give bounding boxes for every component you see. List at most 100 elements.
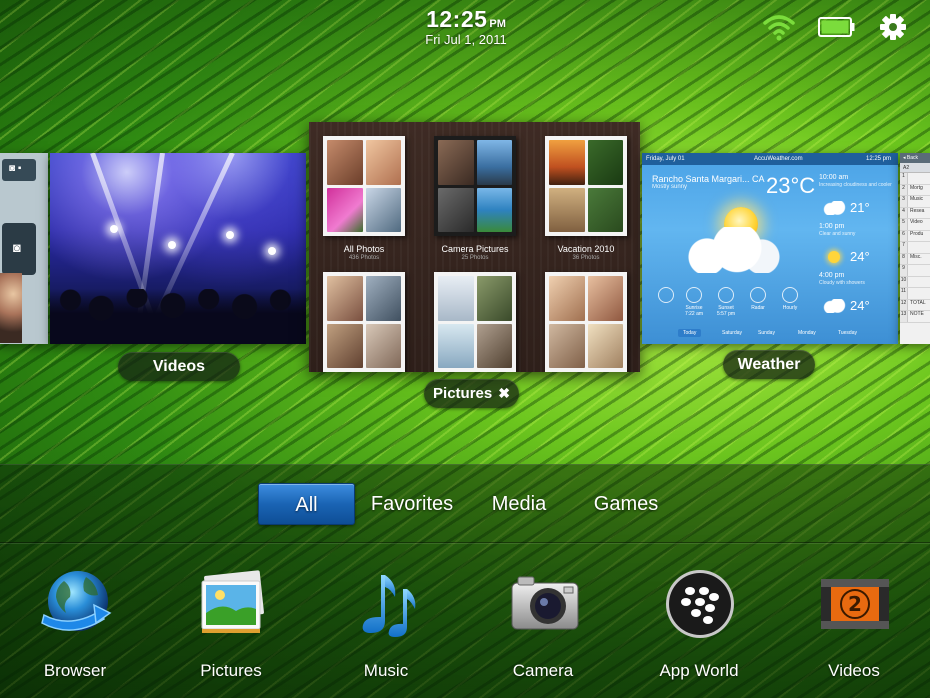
forecast-desc: Clear and sunny (819, 231, 856, 237)
row-number: 11 (900, 288, 908, 299)
concert-crowd (50, 289, 306, 344)
spreadsheet-back-button[interactable]: ◂ Back (900, 153, 930, 163)
forecast-time: 10:00 am (819, 174, 849, 181)
forecast-desc: Increasing cloudiness and cooler (819, 182, 892, 188)
app-videos[interactable]: 2 Videos (799, 561, 909, 691)
camera-icon (511, 576, 579, 630)
album-camera-pictures[interactable]: Camera Pictures 25 Photos (434, 136, 520, 261)
spreadsheet-row[interactable]: 10 (900, 276, 930, 288)
spreadsheet-row[interactable]: 11 (900, 288, 930, 300)
day-tab[interactable]: Today (678, 329, 702, 337)
tray-tabs: All Favorites Media Games (0, 465, 930, 543)
forecast-item: 1:00 pm Clear and sunny (819, 223, 895, 237)
spreadsheet-row[interactable]: 4 Resea (900, 207, 930, 219)
app-pictures[interactable]: Pictures (176, 561, 286, 691)
forecast-temp: 24° (850, 298, 870, 313)
gear-icon[interactable] (878, 12, 908, 42)
spreadsheet-row[interactable]: 7 (900, 242, 930, 254)
album-vacation-2010[interactable]: Vacation 2010 36 Photos (545, 136, 631, 261)
album-title: Camera Pictures (441, 244, 509, 254)
day-tab[interactable]: Saturday (722, 330, 742, 336)
spreadsheet-row[interactable]: 6 Produ (900, 230, 930, 242)
album[interactable] (434, 272, 520, 372)
app-music[interactable]: Music (331, 561, 441, 691)
spreadsheet-row[interactable]: 2 Mortg (900, 184, 930, 196)
weather-details: Sunrise 7:22 am Sunset 5:57 pm Radar Hourl… (650, 287, 810, 317)
app-camera[interactable]: Camera (488, 561, 598, 691)
radar-icon[interactable]: Radar (742, 287, 774, 311)
album-count: 25 Photos (461, 255, 489, 261)
forecast-temp: 24° (850, 249, 870, 264)
day-tab[interactable]: Tuesday (838, 330, 857, 336)
row-number: 12 (900, 299, 908, 310)
row-number: 4 (900, 207, 908, 218)
album[interactable] (323, 272, 409, 372)
forecast-desc: Cloudy with showers (819, 280, 865, 286)
album-thumbnail (434, 272, 516, 372)
blackberry-icon (666, 570, 734, 638)
clock-ampm: PM (489, 18, 506, 30)
clock-time: 12:25 (426, 6, 488, 32)
spreadsheet-row[interactable]: 12 TOTAL (900, 299, 930, 311)
camera-icon: ◙ (13, 240, 21, 255)
card-spreadsheet[interactable]: ◂ Back A2 1 2 Mortg 3 Music 4 Resea 5 Video 6 Prod… (900, 153, 930, 344)
wifi-icon[interactable] (762, 12, 796, 42)
row-cell: Misc. (910, 253, 922, 260)
card-label-pictures[interactable]: Pictures ✖ (424, 379, 519, 408)
app-appworld[interactable]: App World (644, 561, 754, 691)
row-cell: TOTAL (910, 299, 926, 306)
hourly-icon[interactable]: Hourly (774, 287, 806, 311)
card-camera[interactable]: ◙ ▪ ◙ (0, 153, 48, 344)
weather-day-tabs: Today Saturday Sunday Monday Tuesday (642, 328, 898, 340)
spreadsheet-row[interactable]: 5 Video (900, 219, 930, 231)
row-number: 2 (900, 184, 908, 195)
day-tab[interactable]: Monday (798, 330, 816, 336)
row-number: 13 (900, 311, 908, 322)
row-cell (908, 277, 910, 288)
camera-mode-strip: ◙ ▪ (2, 159, 36, 181)
row-number: 1 (900, 173, 908, 184)
spreadsheet-row[interactable]: 8 Misc. (900, 253, 930, 265)
album[interactable] (545, 272, 631, 372)
card-videos[interactable] (50, 153, 306, 344)
globe-icon (41, 571, 112, 631)
camera-icon: ◙ ▪ (9, 163, 22, 174)
camera-shutter-button[interactable]: ◙ (2, 223, 36, 275)
day-tab[interactable]: Sunday (758, 330, 775, 336)
row-number: 6 (900, 230, 908, 241)
tab-games[interactable]: Games (590, 483, 662, 525)
tab-media[interactable]: Media (485, 483, 553, 525)
card-weather[interactable]: Friday, July 01 AccuWeather.com 12:25 pm… (642, 153, 898, 344)
app-label: Camera (512, 661, 574, 680)
album-thumbnail (434, 136, 516, 236)
card-label-videos[interactable]: Videos (118, 352, 240, 381)
app-label: Pictures (200, 661, 262, 680)
card-label-weather[interactable]: Weather (723, 350, 815, 379)
row-cell (908, 242, 910, 253)
spreadsheet-row[interactable]: 3 Music (900, 196, 930, 208)
spreadsheet-row[interactable]: 1 (900, 173, 930, 185)
spreadsheet-row[interactable]: 9 (900, 265, 930, 277)
row-number: 9 (900, 265, 908, 276)
spreadsheet-cell-ref: A2 (900, 163, 930, 173)
close-icon[interactable]: ✖ (498, 379, 510, 408)
row-number: 3 (900, 196, 908, 207)
spreadsheet-row[interactable]: 13 NOTE (900, 311, 930, 323)
sunrise-icon: Sunrise 7:22 am (678, 287, 710, 317)
row-cell: Video (910, 219, 923, 225)
clock-date: Fri Jul 1, 2011 (425, 32, 507, 47)
cloud-icon (682, 227, 782, 273)
album-thumbnail (323, 272, 405, 372)
tab-all[interactable]: All (258, 483, 355, 525)
photos-icon (201, 570, 264, 633)
card-pictures[interactable]: All Photos 436 Photos Camera Pictures 25… (309, 122, 640, 372)
battery-icon[interactable] (818, 17, 856, 37)
stage-light (168, 241, 176, 249)
album-all-photos[interactable]: All Photos 436 Photos (323, 136, 409, 261)
partly-cloudy-icon (822, 299, 846, 313)
clock[interactable]: 12:25 PM Fri Jul 1, 2011 (410, 6, 522, 47)
tab-favorites[interactable]: Favorites (362, 483, 462, 525)
sunset-icon: Sunset 5:57 pm (710, 287, 742, 317)
app-browser[interactable]: Browser (20, 561, 130, 691)
sun-icon (828, 251, 840, 263)
